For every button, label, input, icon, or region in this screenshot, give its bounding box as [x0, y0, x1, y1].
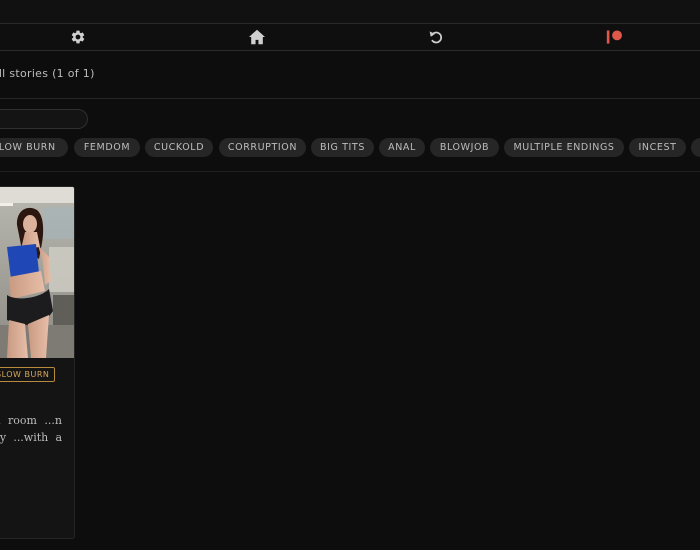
tag-femdom[interactable]: FEMDOM — [74, 138, 140, 157]
stories-count-label: All stories (1 of 1) — [0, 67, 95, 80]
story-cover-image[interactable] — [0, 187, 74, 358]
tag-slow-burn[interactable]: SLOW BURN — [0, 138, 68, 157]
story-card-description: ...finds a room ...n owned by ...with a … — [0, 414, 62, 444]
tag-multiple-endings[interactable]: MULTIPLE ENDINGS — [504, 138, 624, 157]
tag-blowjob[interactable]: BLOWJOB — [430, 138, 499, 157]
tag-filter-list: SLOW BURN FEMDOM CUCKOLD CORRUPTION BIG … — [0, 138, 700, 158]
top-bar — [0, 0, 700, 24]
home-icon[interactable] — [247, 27, 267, 47]
patreon-icon[interactable] — [605, 27, 625, 47]
search-input[interactable] — [0, 109, 88, 129]
story-card-tag[interactable]: SLOW BURN — [0, 367, 56, 382]
stories-count-row: All stories (1 of 1) — [0, 51, 700, 99]
tag-big-tits[interactable]: BIG TITS — [311, 138, 374, 157]
tag-corruption[interactable]: CORRUPTION — [219, 138, 306, 157]
tag-cuckold[interactable]: CUCKOLD — [145, 138, 213, 157]
story-card[interactable]: SLOW BURN ...finds a room ...n owned by … — [0, 186, 75, 539]
tag-partial[interactable] — [691, 138, 700, 157]
app-page: All stories (1 of 1) SLOW BURN FEMDOM CU… — [0, 0, 700, 550]
nav-bar — [0, 24, 700, 51]
restart-icon[interactable] — [426, 27, 446, 47]
tag-anal[interactable]: ANAL — [379, 138, 425, 157]
tag-incest[interactable]: INCEST — [629, 138, 686, 157]
gear-icon[interactable] — [68, 27, 88, 47]
filter-row: SLOW BURN FEMDOM CUCKOLD CORRUPTION BIG … — [0, 99, 700, 172]
